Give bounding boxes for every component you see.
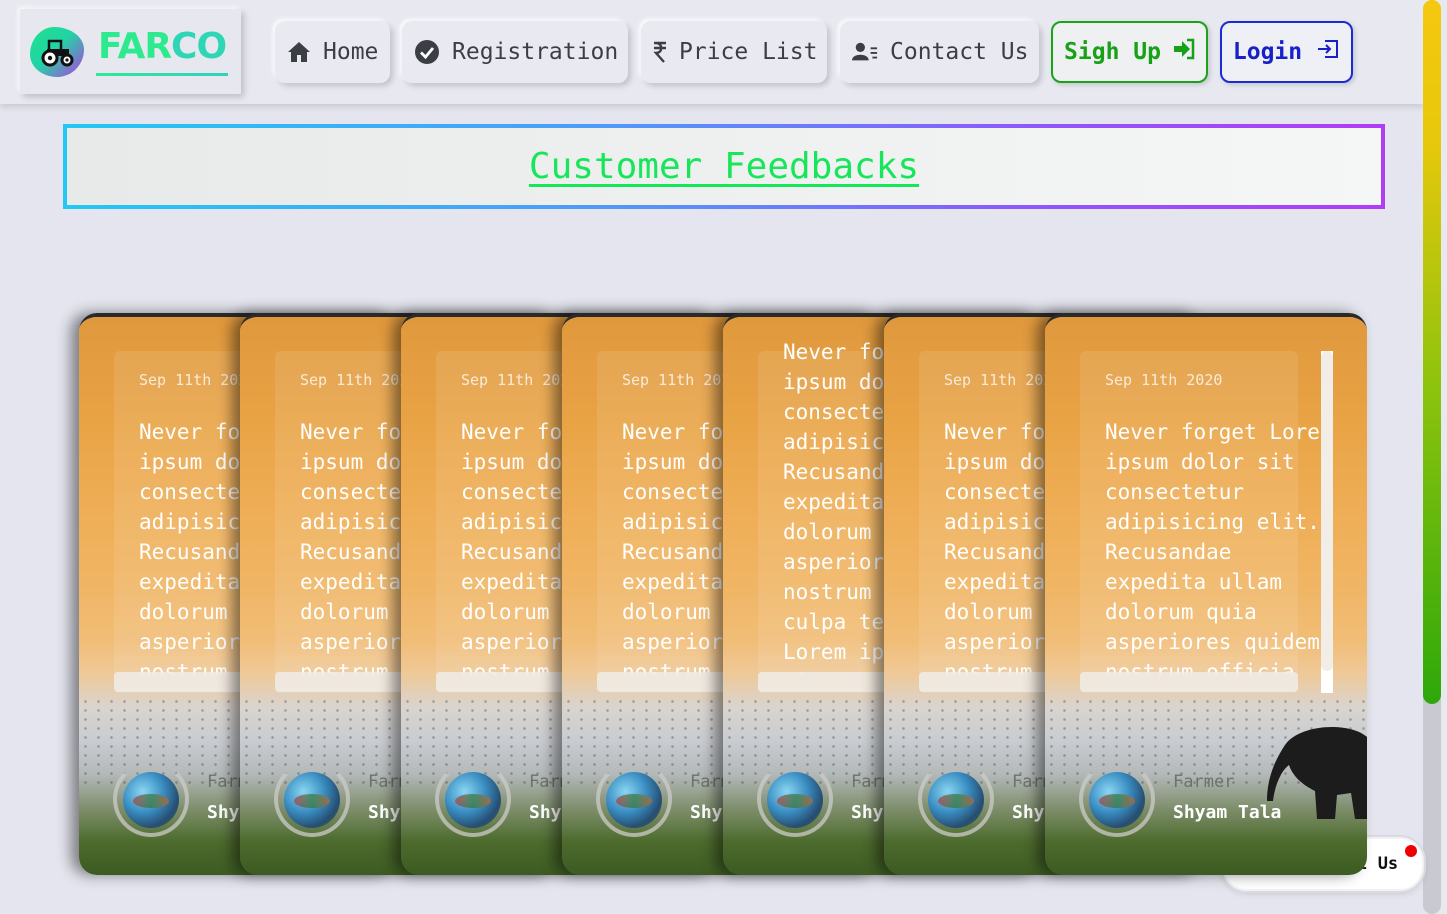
review-date: Sep 11th 2020 bbox=[622, 371, 740, 389]
reviewer-role: Farmer bbox=[1173, 772, 1235, 792]
nav-registration-label: Registration bbox=[452, 39, 619, 65]
avatar bbox=[284, 772, 340, 828]
notification-dot bbox=[1405, 845, 1417, 857]
avatar bbox=[1089, 772, 1145, 828]
review-text: Never forget Lorem ipsum dolor sit conse… bbox=[1105, 420, 1333, 675]
nav-home-button[interactable]: Home bbox=[275, 21, 390, 83]
top-navbar: FARCO Home Registration Price List Conta… bbox=[0, 0, 1425, 104]
tractor-icon bbox=[30, 27, 84, 77]
review-date: Sep 11th 2020 bbox=[139, 371, 257, 389]
nav-home-label: Home bbox=[323, 39, 379, 65]
login-label: Login bbox=[1232, 39, 1303, 65]
review-date: Sep 11th 2020 bbox=[1105, 371, 1223, 389]
contact-card-icon bbox=[852, 39, 878, 65]
home-icon bbox=[287, 39, 311, 65]
check-circle-icon bbox=[414, 39, 440, 65]
rupee-icon bbox=[653, 39, 667, 65]
sign-in-icon bbox=[1173, 38, 1195, 66]
brand-name: FARCO bbox=[98, 26, 227, 67]
review-date: Sep 11th 2020 bbox=[461, 371, 579, 389]
brand-name-part2: CO bbox=[171, 26, 227, 67]
review-date: Sep 11th 2020 bbox=[944, 371, 1062, 389]
brand-logo[interactable]: FARCO bbox=[20, 9, 241, 94]
page-title-inner: Customer Feedbacks bbox=[67, 128, 1381, 205]
reviewer-name: Shyam Tala bbox=[1173, 802, 1282, 823]
avatar bbox=[767, 772, 823, 828]
login-icon bbox=[1316, 37, 1340, 67]
nav-price-list-button[interactable]: Price List bbox=[641, 21, 827, 83]
review-date: Sep 11th 2020 bbox=[300, 371, 418, 389]
page-title-box: Customer Feedbacks bbox=[63, 124, 1385, 209]
brand-underline bbox=[96, 73, 228, 76]
review-scroll-thumb[interactable] bbox=[1321, 351, 1333, 671]
avatar bbox=[123, 772, 179, 828]
avatar bbox=[606, 772, 662, 828]
nav-contact-us-button[interactable]: Contact Us bbox=[840, 21, 1039, 83]
avatar bbox=[928, 772, 984, 828]
avatar bbox=[445, 772, 501, 828]
brand-name-part1: FAR bbox=[98, 26, 172, 67]
page-title: Customer Feedbacks bbox=[528, 146, 920, 187]
page-scrollbar-thumb[interactable] bbox=[1423, 0, 1441, 704]
review-horizontal-scrollbar[interactable] bbox=[1080, 672, 1298, 692]
signup-button[interactable]: Sigh Up bbox=[1051, 21, 1208, 83]
nav-contact-us-label: Contact Us bbox=[890, 39, 1029, 65]
feedback-card[interactable]: Sep 11th 2020 Never forget Lorem ipsum do… bbox=[1045, 313, 1367, 875]
nav-price-list-label: Price List bbox=[679, 39, 818, 65]
login-button[interactable]: Login bbox=[1220, 21, 1353, 83]
nav-registration-button[interactable]: Registration bbox=[402, 21, 628, 83]
signup-label: Sigh Up bbox=[1064, 39, 1161, 65]
